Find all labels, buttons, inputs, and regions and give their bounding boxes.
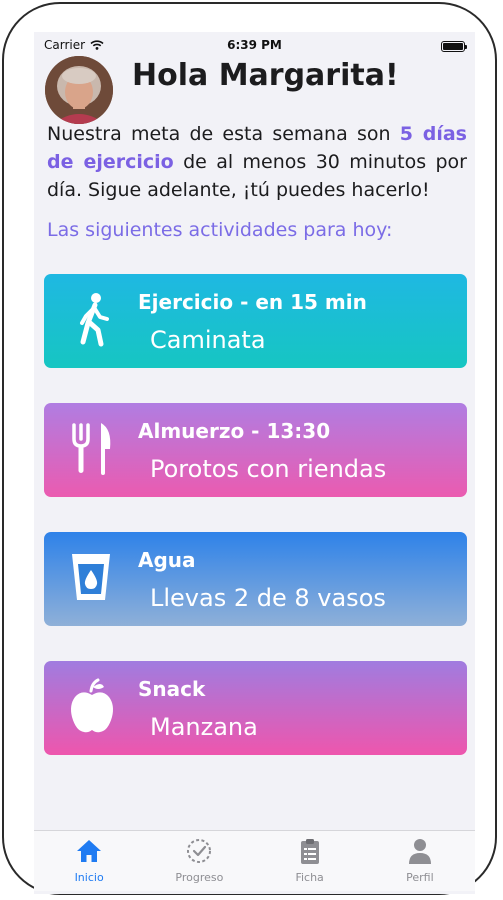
battery-icon [441,41,467,52]
tab-bar: Inicio Progreso Ficha Perfil [34,830,475,891]
tab-inicio[interactable]: Inicio [34,831,144,891]
progress-clock-icon [187,839,212,863]
tab-label: Perfil [406,871,434,884]
tab-perfil[interactable]: Perfil [365,831,475,891]
activity-card-exercise[interactable]: Ejercicio - en 15 min Caminata [44,274,467,368]
goal-text-part1: Nuestra meta de esta semana son [47,123,400,145]
tab-label: Progreso [175,871,224,884]
tab-label: Ficha [295,871,324,884]
activity-label: Ejercicio - en 15 min [138,290,367,314]
water-glass-icon [72,554,110,600]
activity-value: Llevas 2 de 8 vasos [150,584,386,612]
avatar-portrait [45,56,113,124]
activity-card-lunch[interactable]: Almuerzo - 13:30 Porotos con riendas [44,403,467,497]
activity-label: Snack [138,677,206,701]
weekly-goal-text: Nuestra meta de esta semana son 5 días d… [47,120,467,204]
fork-knife-icon [72,423,111,475]
activity-card-snack[interactable]: Snack Manzana [44,661,467,755]
activity-value: Porotos con riendas [150,455,387,483]
clipboard-icon [300,839,319,864]
activity-value: Manzana [150,713,258,741]
avatar[interactable] [45,56,113,124]
phone-frame: Carrier 6:39 PM Hola Margarita! Nuestra … [2,2,497,895]
activity-value: Caminata [150,326,266,354]
app-screen: Carrier 6:39 PM Hola Margarita! Nuestra … [34,32,475,894]
home-icon [77,840,102,862]
activities-heading: Las siguientes actividades para hoy: [47,219,393,241]
apple-icon [71,678,113,733]
walking-person-icon [80,293,109,347]
activity-card-water[interactable]: Agua Llevas 2 de 8 vasos [44,532,467,626]
status-bar: Carrier 6:39 PM [34,32,475,58]
activity-label: Agua [138,548,196,572]
person-icon [408,839,431,864]
activity-label: Almuerzo - 13:30 [138,419,331,443]
status-time: 6:39 PM [227,38,282,52]
greeting-title: Hola Margarita! [132,58,399,93]
tab-label: Inicio [74,871,104,884]
tab-progreso[interactable]: Progreso [144,831,254,891]
tab-ficha[interactable]: Ficha [255,831,365,891]
